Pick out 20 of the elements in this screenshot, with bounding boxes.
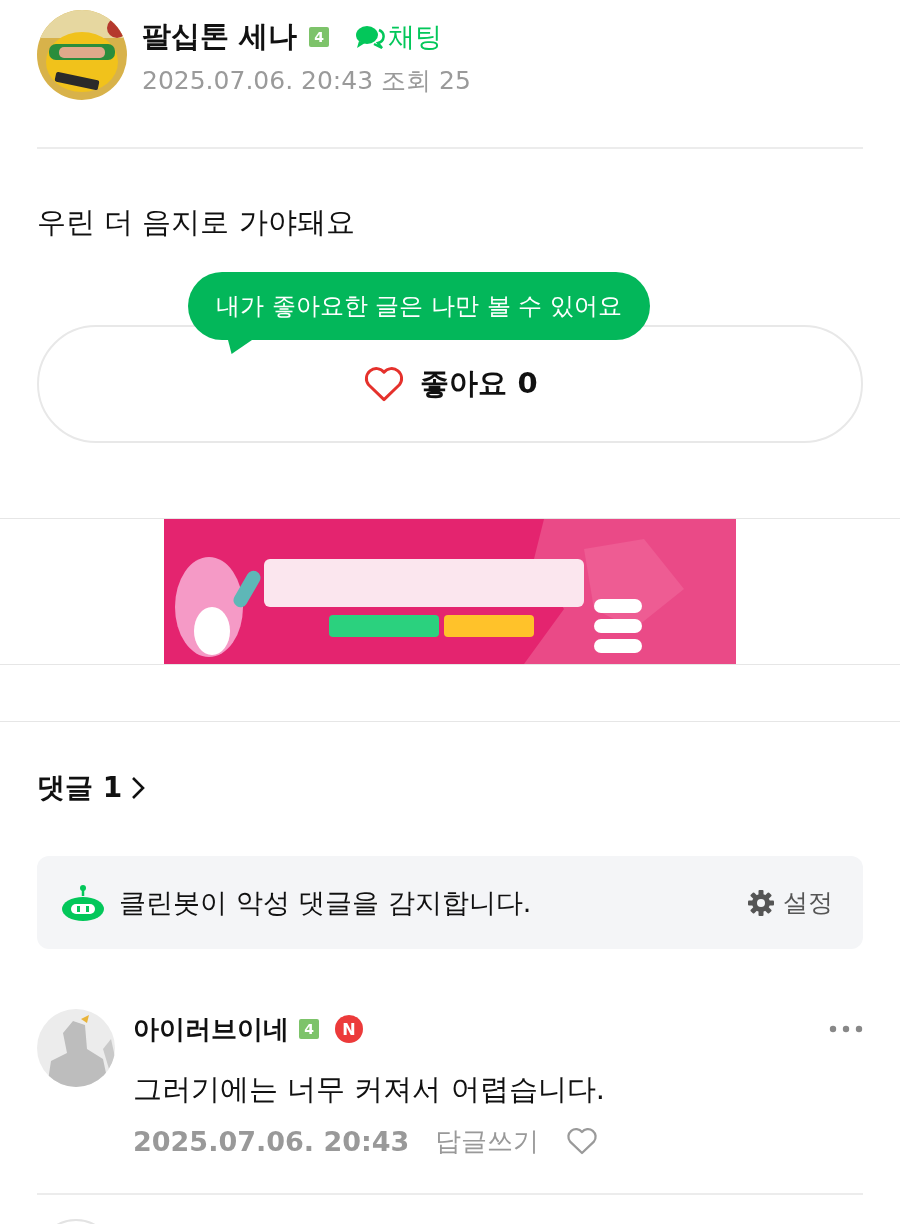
post-date: 2025.07.06. 20:43 bbox=[142, 65, 374, 95]
post-body: 우린 더 음지로 가야돼요 bbox=[37, 204, 356, 241]
comments-link[interactable]: 댓글 1 bbox=[37, 769, 123, 807]
chevron-right-icon bbox=[130, 775, 147, 801]
settings-icon bbox=[747, 888, 775, 917]
comment-text: 그러기에는 너무 커져서 어렵습니다. bbox=[133, 1071, 606, 1108]
level-badge: 4 bbox=[309, 26, 330, 47]
like-button[interactable]: 좋아요 0 bbox=[37, 325, 863, 443]
author-name: 팔십톤 세나 bbox=[142, 17, 298, 55]
cleanbot-message: 클린봇이 악성 댓글을 감지합니다. bbox=[119, 885, 533, 920]
comment-date: 2025.07.06. 20:43 bbox=[133, 1125, 410, 1157]
settings-button[interactable]: 설정 bbox=[741, 885, 839, 920]
commenter-name: 아이러브이네 bbox=[133, 1012, 289, 1046]
new-badge: N bbox=[335, 1015, 363, 1043]
more-icon[interactable] bbox=[829, 1025, 863, 1033]
level-badge: 4 bbox=[299, 1019, 319, 1039]
tooltip: 내가 좋아요한 글은 나만 볼 수 있어요 bbox=[188, 272, 650, 354]
view-count: 조회 25 bbox=[381, 65, 471, 95]
chat-icon bbox=[355, 23, 386, 50]
robot-icon bbox=[61, 884, 105, 921]
